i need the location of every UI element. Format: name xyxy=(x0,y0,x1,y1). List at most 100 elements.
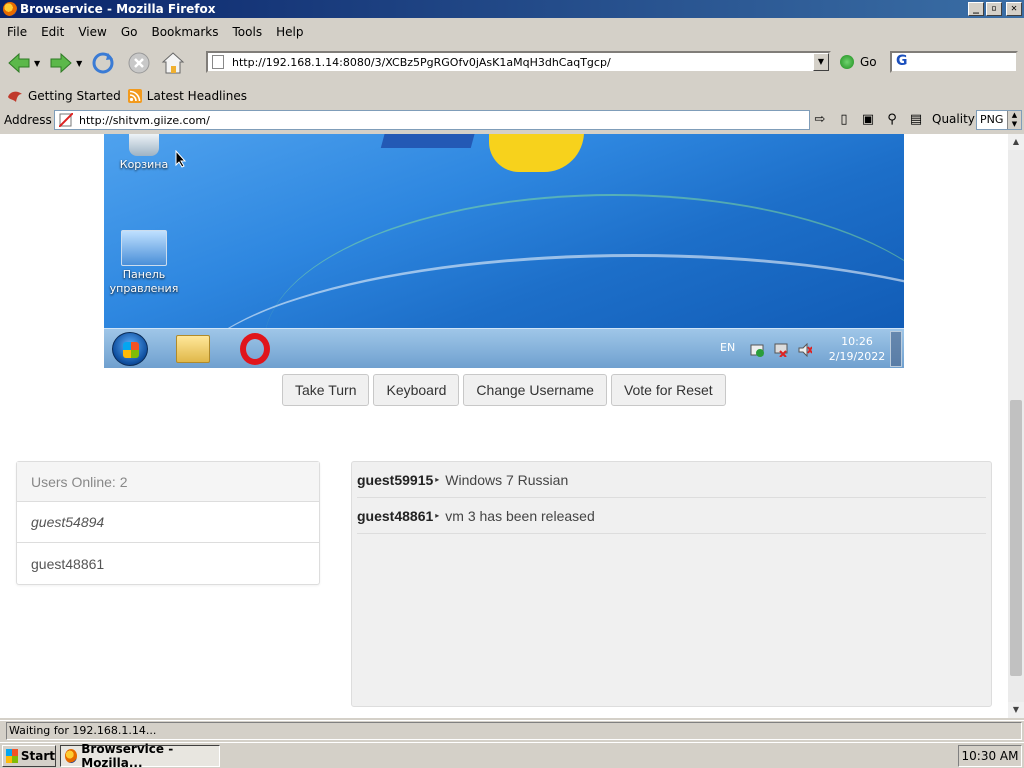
save-page-icon[interactable]: ▣ xyxy=(860,111,876,127)
forward-button[interactable] xyxy=(46,48,76,78)
menu-edit[interactable]: Edit xyxy=(34,25,71,39)
firefox-icon xyxy=(65,749,78,763)
go-button[interactable]: Go xyxy=(840,55,877,69)
windows-flag-blue xyxy=(380,134,478,148)
recycle-bin-icon xyxy=(129,134,159,156)
vm-screen[interactable]: Корзина Панель управления EN 10:26 2/19/… xyxy=(104,134,904,368)
firefox-icon xyxy=(3,2,17,16)
vm-language[interactable]: EN xyxy=(720,341,735,354)
window-title: Browservice - Mozilla Firefox xyxy=(20,2,216,16)
url-text: http://192.168.1.14:8080/3/XCBz5PgRGOfv0… xyxy=(232,55,611,69)
proxy-address-bar: Address http://shitvm.giize.com/ ⇨ ▯ ▣ ⚲… xyxy=(0,108,1024,132)
start-label: Start xyxy=(20,749,55,763)
show-desktop-button[interactable] xyxy=(890,331,902,367)
chat-message: guest48861 ▸ vm 3 has been released xyxy=(357,498,986,534)
forward-arrow-icon xyxy=(50,52,72,74)
window-titlebar: Browservice - Mozilla Firefox _ ▫ ✕ xyxy=(0,0,1024,18)
explorer-icon[interactable] xyxy=(176,335,210,363)
volume-muted-icon[interactable] xyxy=(798,343,812,357)
action-center-icon[interactable] xyxy=(750,343,764,357)
control-panel-icon xyxy=(121,230,167,266)
quality-select[interactable]: PNG ▲ ▼ xyxy=(976,110,1022,130)
back-dropdown-icon[interactable]: ▼ xyxy=(34,59,40,68)
back-button[interactable] xyxy=(4,48,34,78)
chat-text: Windows 7 Russian xyxy=(445,471,569,488)
firefox-bookmark-icon xyxy=(8,91,22,102)
page-icon xyxy=(212,55,224,69)
bookmark-getting-started[interactable]: Getting Started xyxy=(7,89,121,103)
chat-message: guest59915 ▸ Windows 7 Russian xyxy=(357,462,986,498)
insecure-page-icon xyxy=(59,113,73,127)
chat-text: vm 3 has been released xyxy=(445,507,595,524)
url-bar[interactable]: http://192.168.1.14:8080/3/XCBz5PgRGOfv0… xyxy=(206,51,831,73)
menu-view[interactable]: View xyxy=(71,25,113,39)
stop-icon xyxy=(128,52,150,74)
bookmark-icon[interactable]: ▯ xyxy=(836,111,852,127)
go-arrow-icon[interactable]: ⇨ xyxy=(812,111,828,127)
menu-help[interactable]: Help xyxy=(269,25,310,39)
bookmark-label: Latest Headlines xyxy=(146,89,247,103)
restore-button[interactable]: ▫ xyxy=(986,2,1002,16)
menu-tools[interactable]: Tools xyxy=(226,25,270,39)
url-dropdown-icon[interactable]: ▼ xyxy=(813,53,829,71)
desktop-icon-label: Корзина xyxy=(119,158,169,171)
home-icon xyxy=(162,52,185,74)
system-tray-clock[interactable]: 10:30 AM xyxy=(958,745,1022,767)
scroll-down-icon[interactable]: ▼ xyxy=(1008,702,1024,718)
vm-taskbar: EN 10:26 2/19/2022 xyxy=(104,328,904,368)
chat-username: guest48861 xyxy=(357,507,434,524)
bookmark-label: Getting Started xyxy=(28,89,121,103)
chat-arrow-icon: ▸ xyxy=(435,475,440,484)
windows-start-orb[interactable] xyxy=(112,332,148,366)
mouse-cursor-icon xyxy=(175,150,187,168)
vm-date: 2/19/2022 xyxy=(828,350,886,363)
user-list-item[interactable]: guest54894 xyxy=(17,502,319,543)
vote-for-reset-button[interactable]: Vote for Reset xyxy=(610,374,726,406)
network-icon[interactable] xyxy=(774,343,788,357)
windows-flag-yellow xyxy=(489,134,584,172)
home-button[interactable] xyxy=(158,48,188,78)
chat-arrow-icon: ▸ xyxy=(435,511,440,520)
address-text: http://shitvm.giize.com/ xyxy=(79,113,210,127)
forward-dropdown-icon[interactable]: ▼ xyxy=(76,59,82,68)
menu-bookmarks[interactable]: Bookmarks xyxy=(144,25,225,39)
users-online-panel: Users Online: 2 guest54894 guest48861 xyxy=(16,461,320,585)
search-input[interactable]: G xyxy=(890,51,1018,73)
scroll-up-icon[interactable]: ▲ xyxy=(1008,134,1024,150)
menu-file[interactable]: File xyxy=(0,25,34,39)
start-button[interactable]: Start xyxy=(2,745,56,767)
take-turn-button[interactable]: Take Turn xyxy=(282,374,370,406)
desktop-icon-recycle-bin[interactable]: Корзина xyxy=(104,134,184,172)
go-icon xyxy=(840,55,854,69)
reload-icon xyxy=(92,52,114,74)
users-online-header: Users Online: 2 xyxy=(17,462,319,502)
vm-controls: Take Turn Keyboard Change Username Vote … xyxy=(282,374,726,406)
keyboard-button[interactable]: Keyboard xyxy=(373,374,460,406)
navigation-toolbar: ▼ ▼ http://192.168.1.14:8080/3/XCBz5PgRG… xyxy=(0,44,1024,82)
desktop-icon-control-panel[interactable]: Панель управления xyxy=(104,230,184,296)
taskbar-item-firefox[interactable]: Browservice - Mozilla... xyxy=(60,742,220,768)
menu-bar: File Edit View Go Bookmarks Tools Help xyxy=(0,22,1024,42)
find-icon[interactable]: ⚲ xyxy=(884,111,900,127)
minimize-button[interactable]: _ xyxy=(968,2,984,16)
page-scrollbar[interactable]: ▲ ▼ xyxy=(1008,134,1024,718)
quality-spinner-icon[interactable]: ▲ ▼ xyxy=(1007,111,1021,129)
close-button[interactable]: ✕ xyxy=(1006,2,1022,16)
change-username-button[interactable]: Change Username xyxy=(463,374,607,406)
vm-clock[interactable]: 10:26 2/19/2022 xyxy=(826,334,888,364)
windows-logo-icon xyxy=(6,749,18,763)
page-viewport: Корзина Панель управления EN 10:26 2/19/… xyxy=(0,134,1008,718)
reload-button[interactable] xyxy=(88,48,118,78)
status-text: Waiting for 192.168.1.14... xyxy=(6,721,1022,740)
address-label: Address xyxy=(4,113,52,127)
bookmark-latest-headlines[interactable]: Latest Headlines xyxy=(127,89,247,103)
chat-username: guest59915 xyxy=(357,471,434,488)
menu-go[interactable]: Go xyxy=(114,25,145,39)
address-input[interactable]: http://shitvm.giize.com/ xyxy=(54,110,810,130)
user-list-item[interactable]: guest48861 xyxy=(17,543,319,584)
desktop-icon-label: Панель управления xyxy=(109,268,179,295)
opera-icon[interactable] xyxy=(240,333,270,365)
clipboard-icon[interactable]: ▤ xyxy=(908,111,924,127)
stop-button[interactable] xyxy=(124,48,154,78)
scroll-thumb[interactable] xyxy=(1010,400,1022,676)
